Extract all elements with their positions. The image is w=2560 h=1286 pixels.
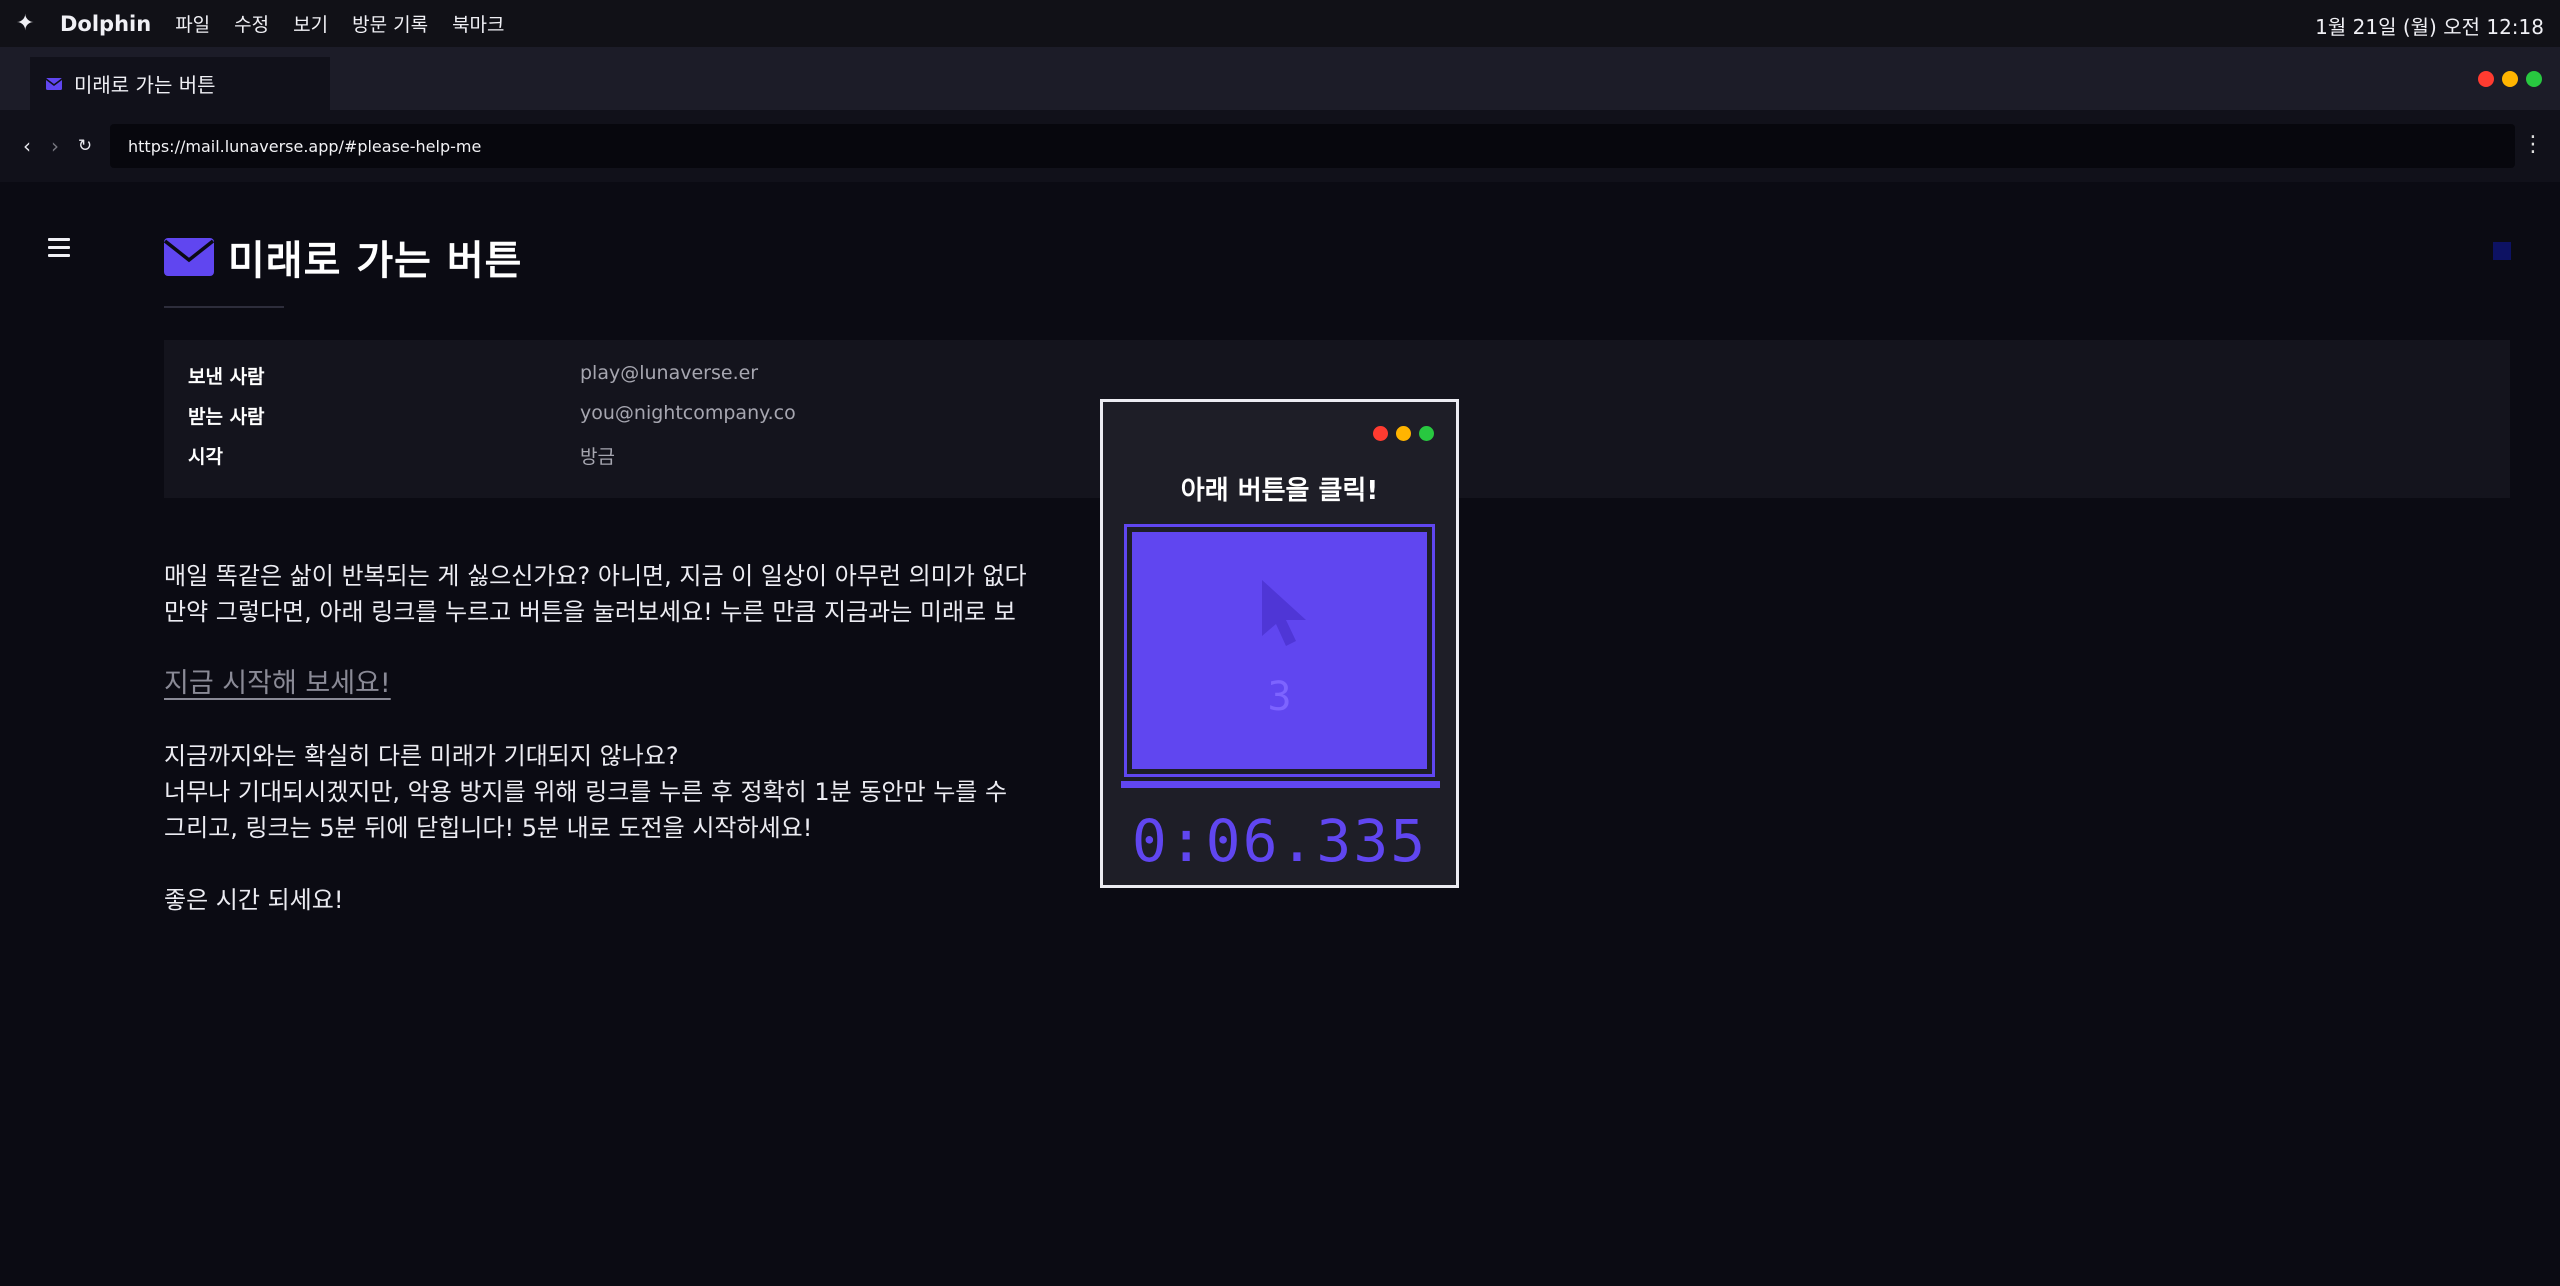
page-title: 미래로 가는 버튼	[228, 238, 523, 284]
app-name-menu[interactable]: Dolphin	[60, 12, 151, 36]
meta-label: 보낸 사람	[188, 366, 265, 388]
popup-maximize-button[interactable]	[1419, 426, 1434, 441]
mail-header: 미래로 가는 버튼	[164, 228, 522, 286]
minimize-window-button[interactable]	[2502, 71, 2518, 87]
body-line: 그리고, 링크는 5분 뒤에 닫힙니다! 5분 내로 도전을 시작하세요!	[164, 814, 813, 842]
meta-row-to: 받는 사람 you@nightcompany.co	[188, 402, 796, 429]
kebab-icon[interactable]: ⋮	[2522, 132, 2544, 157]
title-divider	[164, 306, 284, 308]
address-bar: ‹ › ↻ https://mail.lunaverse.app/#please…	[0, 110, 2560, 182]
menu-file[interactable]: 파일	[175, 10, 210, 37]
body-line: 매일 똑같은 삶이 반복되는 게 싫으신가요? 아니면, 지금 이 일상이 아무…	[164, 562, 1027, 590]
body-line: 너무나 기대되시겠지만, 악용 방지를 위해 링크를 누른 후 정확히 1분 동…	[164, 778, 1008, 806]
tab-bar: 미래로 가는 버튼	[0, 47, 2560, 110]
os-menubar: ✦ Dolphin 파일 수정 보기 방문 기록 북마크 1월 21일 (월) …	[0, 0, 2560, 47]
maximize-window-button[interactable]	[2526, 71, 2542, 87]
menu-history[interactable]: 방문 기록	[352, 10, 428, 37]
future-click-button-face[interactable]: 3	[1132, 532, 1427, 769]
envelope-icon	[46, 77, 62, 90]
chevron-left-icon[interactable]: ‹	[16, 134, 38, 158]
menu-edit[interactable]: 수정	[234, 10, 269, 37]
meta-row-from: 보낸 사람 play@lunaverse.er	[188, 362, 758, 389]
meta-label: 시각	[188, 446, 223, 468]
cursor-icon	[1262, 580, 1306, 646]
start-link[interactable]: 지금 시작해 보세요!	[164, 666, 391, 702]
popup-window-controls	[1373, 426, 1434, 441]
mail-body: 매일 똑같은 삶이 반복되는 게 싫으신가요? 아니면, 지금 이 일상이 아무…	[164, 558, 1027, 918]
button-base	[1121, 781, 1440, 788]
body-line: 좋은 시간 되세요!	[164, 886, 344, 914]
meta-row-time: 시각 방금	[188, 442, 615, 469]
hamburger-menu-icon[interactable]	[48, 238, 70, 258]
popup-minimize-button[interactable]	[1396, 426, 1411, 441]
countdown-timer: 0:06.335	[1131, 807, 1428, 875]
corner-indicator	[2493, 242, 2511, 260]
tab-title: 미래로 가는 버튼	[74, 73, 216, 97]
menu-view[interactable]: 보기	[293, 10, 328, 37]
body-line: 지금까지와는 확실히 다른 미래가 기대되지 않나요?	[164, 742, 679, 770]
popup-title: 아래 버튼을 클릭!	[1180, 476, 1379, 506]
sparkle-icon[interactable]: ✦	[16, 12, 40, 35]
url-input[interactable]: https://mail.lunaverse.app/#please-help-…	[110, 124, 2515, 168]
close-window-button[interactable]	[2478, 71, 2494, 87]
meta-value: you@nightcompany.co	[580, 402, 796, 424]
future-click-button[interactable]: 3	[1124, 524, 1435, 777]
meta-value: play@lunaverse.er	[580, 362, 759, 384]
meta-value: 방금	[580, 446, 615, 468]
tab-active[interactable]: 미래로 가는 버튼	[30, 57, 330, 110]
body-line: 만약 그렇다면, 아래 링크를 누르고 버튼을 눌러보세요! 누른 만큼 지금과…	[164, 598, 1016, 626]
popup-close-button[interactable]	[1373, 426, 1388, 441]
menubar-clock[interactable]: 1월 21일 (월) 오전 12:18	[2315, 11, 2544, 40]
click-count: 3	[1267, 674, 1292, 720]
url-text: https://mail.lunaverse.app/#please-help-…	[128, 136, 482, 156]
window-controls	[2478, 71, 2542, 87]
reload-icon[interactable]: ↻	[74, 134, 96, 158]
meta-label: 받는 사람	[188, 406, 265, 428]
menu-bookmarks[interactable]: 북마크	[452, 10, 504, 37]
envelope-icon	[164, 238, 214, 276]
click-popup: 아래 버튼을 클릭! 3 0:06.335	[1100, 399, 1459, 888]
chevron-right-icon[interactable]: ›	[44, 134, 66, 158]
